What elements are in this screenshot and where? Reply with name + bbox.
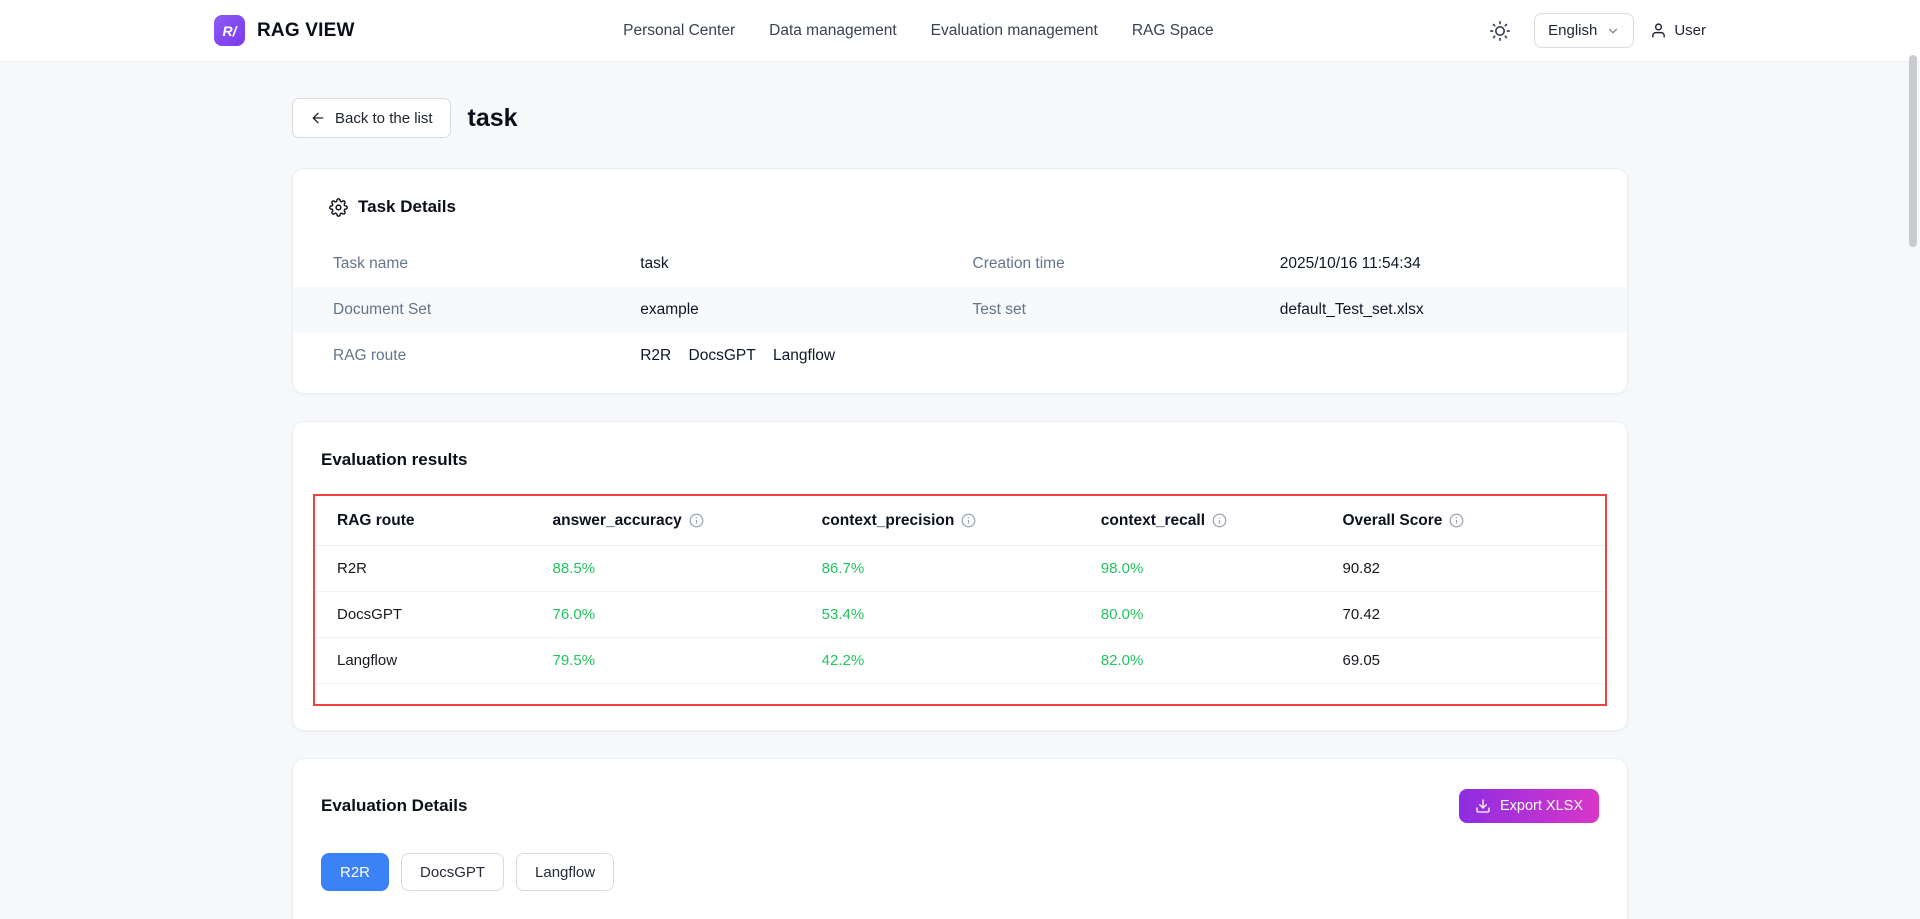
theme-toggle-button[interactable]	[1482, 13, 1518, 49]
task-details-title: Task Details	[358, 197, 456, 217]
info-icon[interactable]	[1449, 513, 1464, 528]
row-answer-accuracy: 88.5%	[553, 560, 822, 577]
route-r2r: R2R	[640, 347, 671, 364]
user-menu[interactable]: User	[1650, 22, 1706, 39]
col-rag-route: RAG route	[337, 512, 553, 530]
export-button-label: Export XLSX	[1500, 798, 1583, 814]
row-route: DocsGPT	[337, 606, 553, 623]
sun-icon	[1490, 21, 1510, 41]
row-context-precision: 53.4%	[822, 606, 1101, 623]
task-detail-row: Document Set example Test set default_Te…	[293, 287, 1627, 333]
evaluation-results-card: Evaluation results RAG route answer_accu…	[292, 421, 1628, 731]
route-docsgpt: DocsGPT	[689, 347, 756, 364]
col-context-precision-label: context_precision	[822, 512, 955, 530]
back-to-list-button[interactable]: Back to the list	[292, 98, 451, 138]
arrow-left-icon	[310, 110, 326, 126]
tab-r2r[interactable]: R2R	[321, 853, 389, 891]
row-answer-accuracy: 76.0%	[553, 606, 822, 623]
col-answer-accuracy: answer_accuracy	[553, 512, 822, 530]
route-tabs: R2R DocsGPT Langflow	[319, 853, 1601, 891]
task-details-card: Task Details Task name task Creation tim…	[292, 168, 1628, 394]
row-context-recall: 82.0%	[1101, 652, 1343, 669]
row-route: Langflow	[337, 652, 553, 669]
col-overall-score-label: Overall Score	[1342, 512, 1442, 530]
row-overall-score: 90.82	[1342, 560, 1582, 577]
info-icon[interactable]	[961, 513, 976, 528]
col-answer-accuracy-label: answer_accuracy	[553, 512, 682, 530]
table-row: R2R 88.5% 86.7% 98.0% 90.82	[315, 546, 1605, 592]
main-nav: Personal Center Data management Evaluati…	[355, 22, 1482, 40]
tab-langflow[interactable]: Langflow	[516, 853, 614, 891]
test-set-label: Test set	[973, 301, 1280, 319]
row-context-precision: 42.2%	[822, 652, 1101, 669]
task-name-label: Task name	[333, 255, 640, 273]
row-answer-accuracy: 79.5%	[553, 652, 822, 669]
app-logo-icon: R/	[214, 15, 245, 46]
evaluation-details-title: Evaluation Details	[321, 796, 467, 816]
row-context-recall: 98.0%	[1101, 560, 1343, 577]
task-name-value: task	[640, 255, 972, 273]
task-detail-row: RAG route R2R DocsGPT Langflow	[293, 333, 1627, 379]
row-route: R2R	[337, 560, 553, 577]
col-context-precision: context_precision	[822, 512, 1101, 530]
nav-item-personal-center[interactable]: Personal Center	[623, 22, 735, 40]
rag-route-label: RAG route	[333, 347, 640, 365]
col-context-recall-label: context_recall	[1101, 512, 1205, 530]
route-langflow: Langflow	[773, 347, 835, 364]
row-context-recall: 80.0%	[1101, 606, 1343, 623]
test-set-value: default_Test_set.xlsx	[1280, 301, 1587, 319]
col-context-recall: context_recall	[1101, 512, 1343, 530]
evaluation-results-title: Evaluation results	[313, 450, 1607, 470]
gear-icon	[329, 198, 348, 217]
language-selector[interactable]: English	[1534, 13, 1634, 48]
info-icon[interactable]	[689, 513, 704, 528]
back-button-label: Back to the list	[335, 110, 433, 127]
info-icon[interactable]	[1212, 513, 1227, 528]
creation-time-value: 2025/10/16 11:54:34	[1280, 255, 1587, 273]
export-xlsx-button[interactable]: Export XLSX	[1459, 789, 1599, 823]
app-title: RAG VIEW	[257, 20, 355, 42]
scrollbar[interactable]	[1909, 55, 1917, 247]
chevron-down-icon	[1606, 24, 1620, 38]
results-table-header: RAG route answer_accuracy context_precis…	[315, 496, 1605, 546]
brand: R/ RAG VIEW	[214, 15, 355, 46]
document-set-label: Document Set	[333, 301, 640, 319]
top-navbar: R/ RAG VIEW Personal Center Data managem…	[0, 0, 1920, 62]
user-label: User	[1674, 22, 1706, 39]
download-icon	[1475, 798, 1491, 814]
user-icon	[1650, 22, 1667, 39]
nav-item-rag-space[interactable]: RAG Space	[1132, 22, 1214, 40]
nav-item-evaluation-management[interactable]: Evaluation management	[931, 22, 1098, 40]
evaluation-details-card: Evaluation Details Export XLSX R2R DocsG…	[292, 758, 1628, 919]
task-detail-row: Task name task Creation time 2025/10/16 …	[293, 241, 1627, 287]
creation-time-label: Creation time	[973, 255, 1280, 273]
nav-item-data-management[interactable]: Data management	[769, 22, 897, 40]
table-row: Langflow 79.5% 42.2% 82.0% 69.05	[315, 638, 1605, 684]
page-title: task	[468, 104, 518, 133]
page-content: Back to the list task Task Details Task …	[0, 62, 1920, 919]
row-overall-score: 69.05	[1342, 652, 1582, 669]
col-overall-score: Overall Score	[1342, 512, 1582, 530]
col-rag-route-label: RAG route	[337, 512, 415, 530]
row-context-precision: 86.7%	[822, 560, 1101, 577]
language-label: English	[1548, 22, 1597, 39]
document-set-value: example	[640, 301, 972, 319]
table-row: DocsGPT 76.0% 53.4% 80.0% 70.42	[315, 592, 1605, 638]
tab-docsgpt[interactable]: DocsGPT	[401, 853, 504, 891]
rag-route-value: R2R DocsGPT Langflow	[640, 347, 972, 365]
results-table-highlight: RAG route answer_accuracy context_precis…	[313, 494, 1607, 706]
row-overall-score: 70.42	[1342, 606, 1582, 623]
